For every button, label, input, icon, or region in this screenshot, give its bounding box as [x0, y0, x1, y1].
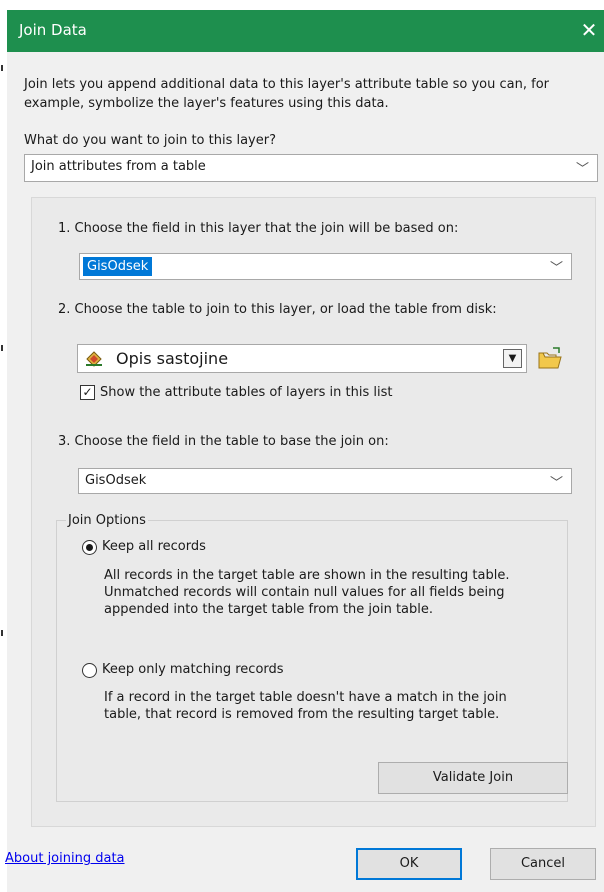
desc-line: appended into the target table from the …: [104, 602, 434, 617]
keep-all-description: All records in the target table are show…: [104, 567, 574, 618]
join-type-dropdown[interactable]: Join attributes from a table ﹀: [24, 154, 598, 182]
close-icon[interactable]: ✕: [576, 16, 602, 44]
title-bar: Join Data ✕: [7, 10, 604, 52]
step1-label: 1. Choose the field in this layer that t…: [58, 221, 459, 236]
checkbox-check-icon[interactable]: ✓: [80, 385, 95, 400]
validate-join-button[interactable]: Validate Join: [378, 762, 568, 794]
ok-button[interactable]: OK: [356, 848, 462, 880]
checkbox-label: Show the attribute tables of layers in t…: [100, 385, 393, 400]
layer-field-value: GisOdsek: [83, 257, 153, 276]
desc-line: All records in the target table are show…: [104, 568, 510, 583]
step3-label: 3. Choose the field in the table to base…: [58, 434, 389, 449]
join-type-value: Join attributes from a table: [31, 159, 206, 174]
keep-matching-description: If a record in the target table doesn't …: [104, 689, 574, 723]
join-options-group: [56, 520, 568, 802]
chevron-down-icon: ﹀: [575, 162, 589, 177]
chevron-down-icon: ﹀: [549, 476, 563, 491]
layer-field-dropdown[interactable]: GisOdsek ﹀: [79, 253, 572, 280]
description: Join lets you append additional data to …: [24, 77, 549, 111]
edge-mark: [1, 345, 3, 351]
keep-all-label: Keep all records: [102, 539, 206, 554]
open-folder-icon[interactable]: [535, 344, 565, 373]
join-table-name: Opis sastojine: [116, 349, 229, 368]
join-options-legend: Join Options: [66, 513, 148, 528]
edge-mark: [1, 65, 3, 71]
table-field-dropdown[interactable]: GisOdsek ﹀: [78, 468, 572, 494]
join-question: What do you want to join to this layer?: [24, 133, 276, 148]
radio-dot: [86, 544, 93, 551]
desc-line: Unmatched records will contain null valu…: [104, 585, 505, 600]
keep-matching-label: Keep only matching records: [102, 662, 284, 677]
keep-matching-radio[interactable]: [82, 663, 97, 678]
dropdown-arrow-icon[interactable]: ▼: [503, 349, 522, 368]
table-field-value: GisOdsek: [85, 473, 147, 488]
edge-mark: [1, 630, 3, 636]
keep-all-radio[interactable]: [82, 540, 97, 555]
desc-line: table, that record is removed from the r…: [104, 707, 500, 722]
cancel-button[interactable]: Cancel: [490, 848, 596, 880]
chevron-down-icon: ﹀: [549, 261, 563, 276]
about-joining-data-link[interactable]: About joining data: [5, 851, 125, 866]
layer-diamond-icon: [84, 350, 106, 372]
step2-label: 2. Choose the table to join to this laye…: [58, 302, 497, 317]
desc-line: If a record in the target table doesn't …: [104, 690, 507, 705]
window-title: Join Data: [19, 21, 87, 39]
join-table-dropdown[interactable]: Opis sastojine ▼: [77, 344, 527, 373]
